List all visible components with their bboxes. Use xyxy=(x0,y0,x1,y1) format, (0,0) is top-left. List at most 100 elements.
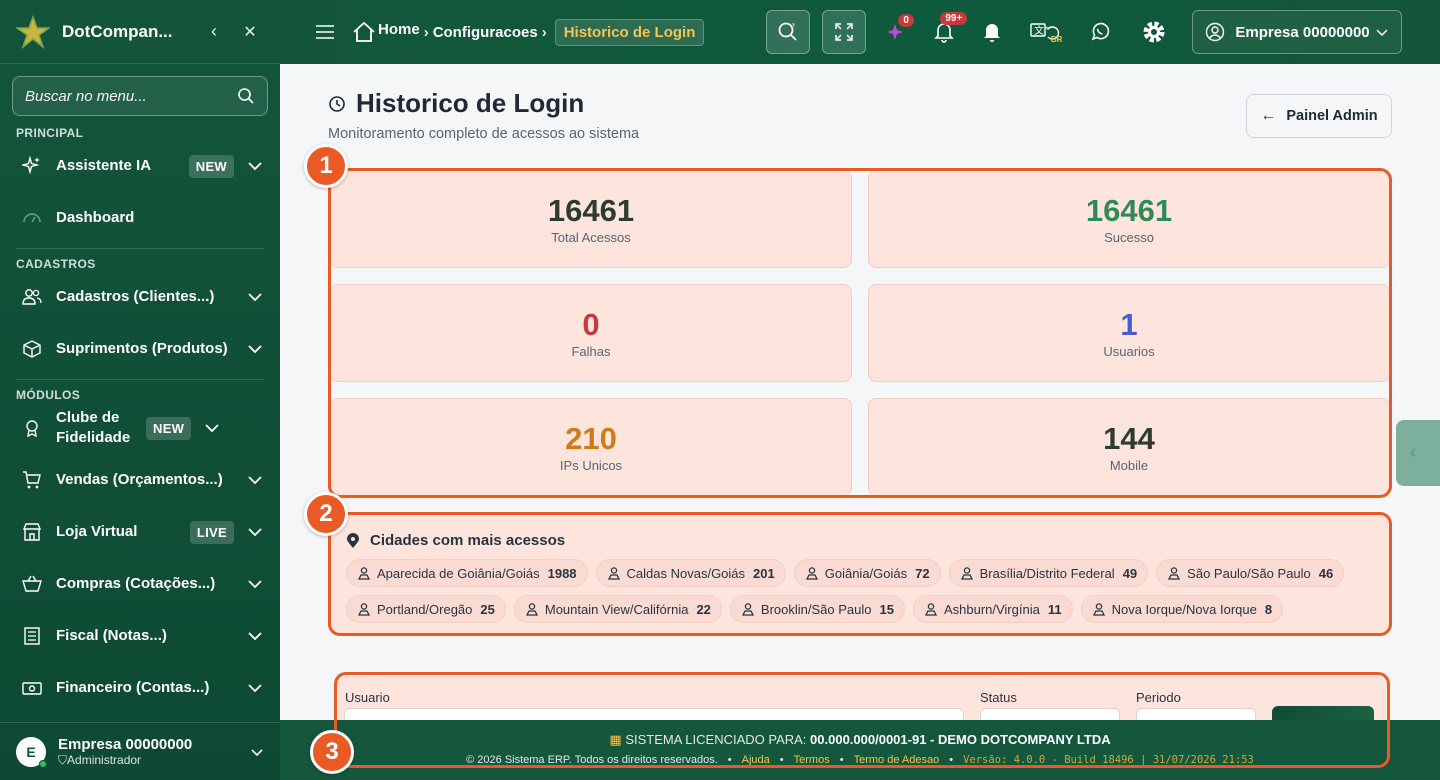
chevron-left-icon: ‹ xyxy=(1410,442,1416,462)
city-chip: Brasília/Distrito Federal 49 xyxy=(948,559,1149,587)
alerts-button[interactable] xyxy=(968,10,1016,54)
new-badge: NEW xyxy=(188,154,234,178)
chevron-down-icon xyxy=(1376,29,1388,37)
chevron-down-icon[interactable] xyxy=(246,523,264,541)
sidebar-item-label: Fiscal (Notas...) xyxy=(56,627,167,644)
gear-icon xyxy=(1143,21,1165,43)
sidebar-item-assistente-ia[interactable]: Assistente IA NEW xyxy=(0,140,280,192)
sidebar-item-dashboard[interactable]: Dashboard xyxy=(0,192,280,244)
user-pin-icon xyxy=(924,603,938,616)
user-pin-icon xyxy=(525,603,538,616)
stat-label: Usuarios xyxy=(1103,343,1155,359)
city-chip: Mountain View/Califórnia 22 xyxy=(513,595,722,623)
footer-links: © 2026 Sistema ERP. Todos os direitos re… xyxy=(280,754,1440,766)
user-pin-icon xyxy=(357,603,371,616)
gauge-icon xyxy=(20,206,44,230)
user-profile[interactable]: E Empresa 00000000 ⛉Administrador xyxy=(0,722,280,780)
shield-icon: ⛉ xyxy=(58,752,68,767)
search-icon xyxy=(778,22,798,41)
receipt-icon xyxy=(20,624,44,648)
breadcrumb-configuracoes[interactable]: Configuracoes xyxy=(433,24,538,41)
chevron-down-icon[interactable] xyxy=(246,340,264,358)
stat-sucesso: 16461 Sucesso xyxy=(868,170,1390,268)
chevron-down-icon[interactable] xyxy=(246,679,264,697)
sidebar-item-label: Clube de Fidelidade xyxy=(56,409,131,446)
chevron-down-icon[interactable] xyxy=(246,627,264,645)
search-icon[interactable] xyxy=(237,87,255,105)
city-count: 201 xyxy=(753,565,775,581)
ai-count-badge: 0 xyxy=(898,14,914,27)
user-pin-icon xyxy=(960,567,973,580)
ai-assistant-button[interactable]: 0 xyxy=(872,10,920,54)
help-link[interactable]: Ajuda xyxy=(742,754,770,766)
new-badge: NEW xyxy=(146,416,192,440)
language-button[interactable]: 文 BR xyxy=(1016,10,1076,54)
sidebar-item-suprimentos[interactable]: Suprimentos (Produtos) xyxy=(0,323,280,375)
city-name: Portland/Oregão xyxy=(377,601,473,617)
chevron-down-icon[interactable] xyxy=(246,575,264,593)
stat-value: 16461 xyxy=(1085,192,1173,228)
annotation-badge-2: 2 xyxy=(304,492,348,536)
home-icon[interactable] xyxy=(352,21,376,43)
terms-link[interactable]: Termos xyxy=(794,754,830,766)
notifications-button[interactable]: 99+ xyxy=(920,10,968,54)
close-icon[interactable]: ✕ xyxy=(236,22,264,42)
breadcrumb-current: Historico de Login xyxy=(554,18,705,46)
whatsapp-button[interactable] xyxy=(1076,10,1124,54)
painel-admin-button[interactable]: ← Painel Admin xyxy=(1246,94,1392,138)
city-name: Mountain View/Califórnia xyxy=(544,601,689,617)
bullet: • xyxy=(727,754,732,766)
company-selector[interactable]: Empresa 00000000 xyxy=(1192,10,1403,54)
bullet: • xyxy=(839,754,844,766)
user-pin-icon xyxy=(1092,603,1105,616)
search-button[interactable] xyxy=(766,10,811,54)
user-pin-icon xyxy=(357,567,371,580)
settings-button[interactable] xyxy=(1130,10,1178,54)
city-count: 15 xyxy=(879,601,894,617)
collapse-sidebar-icon[interactable]: ‹ xyxy=(200,21,228,42)
adhesion-terms-link[interactable]: Termo de Adesao xyxy=(854,754,940,766)
chevron-down-icon[interactable] xyxy=(246,157,264,175)
sidebar-item-cadastros[interactable]: Cadastros (Clientes...) xyxy=(0,271,280,323)
breadcrumb-home[interactable]: Home xyxy=(378,21,420,38)
sidebar-item-label: Compras (Cotações...) xyxy=(56,575,216,592)
bullet: • xyxy=(949,754,954,766)
menu-search-input[interactable] xyxy=(25,87,237,105)
building-icon: ▦ xyxy=(609,732,622,747)
topbar: Home › Configuracoes › Historico de Logi… xyxy=(280,0,1440,64)
breadcrumb: Home › Configuracoes › Historico de Logi… xyxy=(352,18,705,46)
side-drawer-tab[interactable]: ‹ xyxy=(1396,420,1440,486)
store-icon xyxy=(20,520,44,544)
brand-name: DotCompan... xyxy=(62,21,173,41)
chevron-down-icon[interactable] xyxy=(246,288,264,306)
stat-total-acessos: 16461 Total Acessos xyxy=(330,170,852,268)
whatsapp-icon xyxy=(1092,22,1110,41)
sidebar-item-label: Loja Virtual xyxy=(56,523,138,540)
hamburger-menu-icon[interactable] xyxy=(316,25,334,39)
chevron-down-icon[interactable] xyxy=(250,745,264,759)
expand-icon xyxy=(835,23,854,41)
license-prefix: SISTEMA LICENCIADO PARA: xyxy=(625,732,807,747)
sidebar-item-financeiro[interactable]: Financeiro (Contas...) xyxy=(0,662,280,714)
language-code: BR xyxy=(1050,35,1063,44)
sidebar-item-fiscal[interactable]: Fiscal (Notas...) xyxy=(0,610,280,662)
sidebar-item-clube-fidelidade[interactable]: Clube de Fidelidade NEW xyxy=(0,402,280,454)
sidebar-item-compras[interactable]: Compras (Cotações...) xyxy=(0,558,280,610)
sidebar-item-vendas[interactable]: Vendas (Orçamentos...) xyxy=(0,454,280,506)
city-chip: Aparecida de Goiânia/Goiás 1988 xyxy=(346,559,588,587)
city-chip: Ashburn/Virgínia 11 xyxy=(912,595,1073,623)
sidebar-item-loja-virtual[interactable]: Loja Virtual LIVE xyxy=(0,506,280,558)
sidebar-item-label: Vendas (Orçamentos...) xyxy=(56,471,223,488)
chevron-down-icon[interactable] xyxy=(203,419,221,437)
svg-text:文: 文 xyxy=(1034,24,1044,37)
city-chip: Nova Iorque/Nova Iorque 8 xyxy=(1080,595,1284,623)
city-count: 8 xyxy=(1264,601,1273,617)
city-name: Caldas Novas/Goiás xyxy=(626,565,746,581)
fullscreen-button[interactable] xyxy=(822,10,867,54)
city-chip: Caldas Novas/Goiás 201 xyxy=(595,559,786,587)
chevron-down-icon[interactable] xyxy=(246,471,264,489)
stats-grid: 16461 Total Acessos 16461 Sucesso 0 Falhas … xyxy=(330,170,1390,496)
cities-title-text: Cidades com mais acessos xyxy=(370,532,566,549)
user-pin-icon xyxy=(607,567,620,580)
sidebar-item-label: Cadastros (Clientes...) xyxy=(56,288,215,305)
